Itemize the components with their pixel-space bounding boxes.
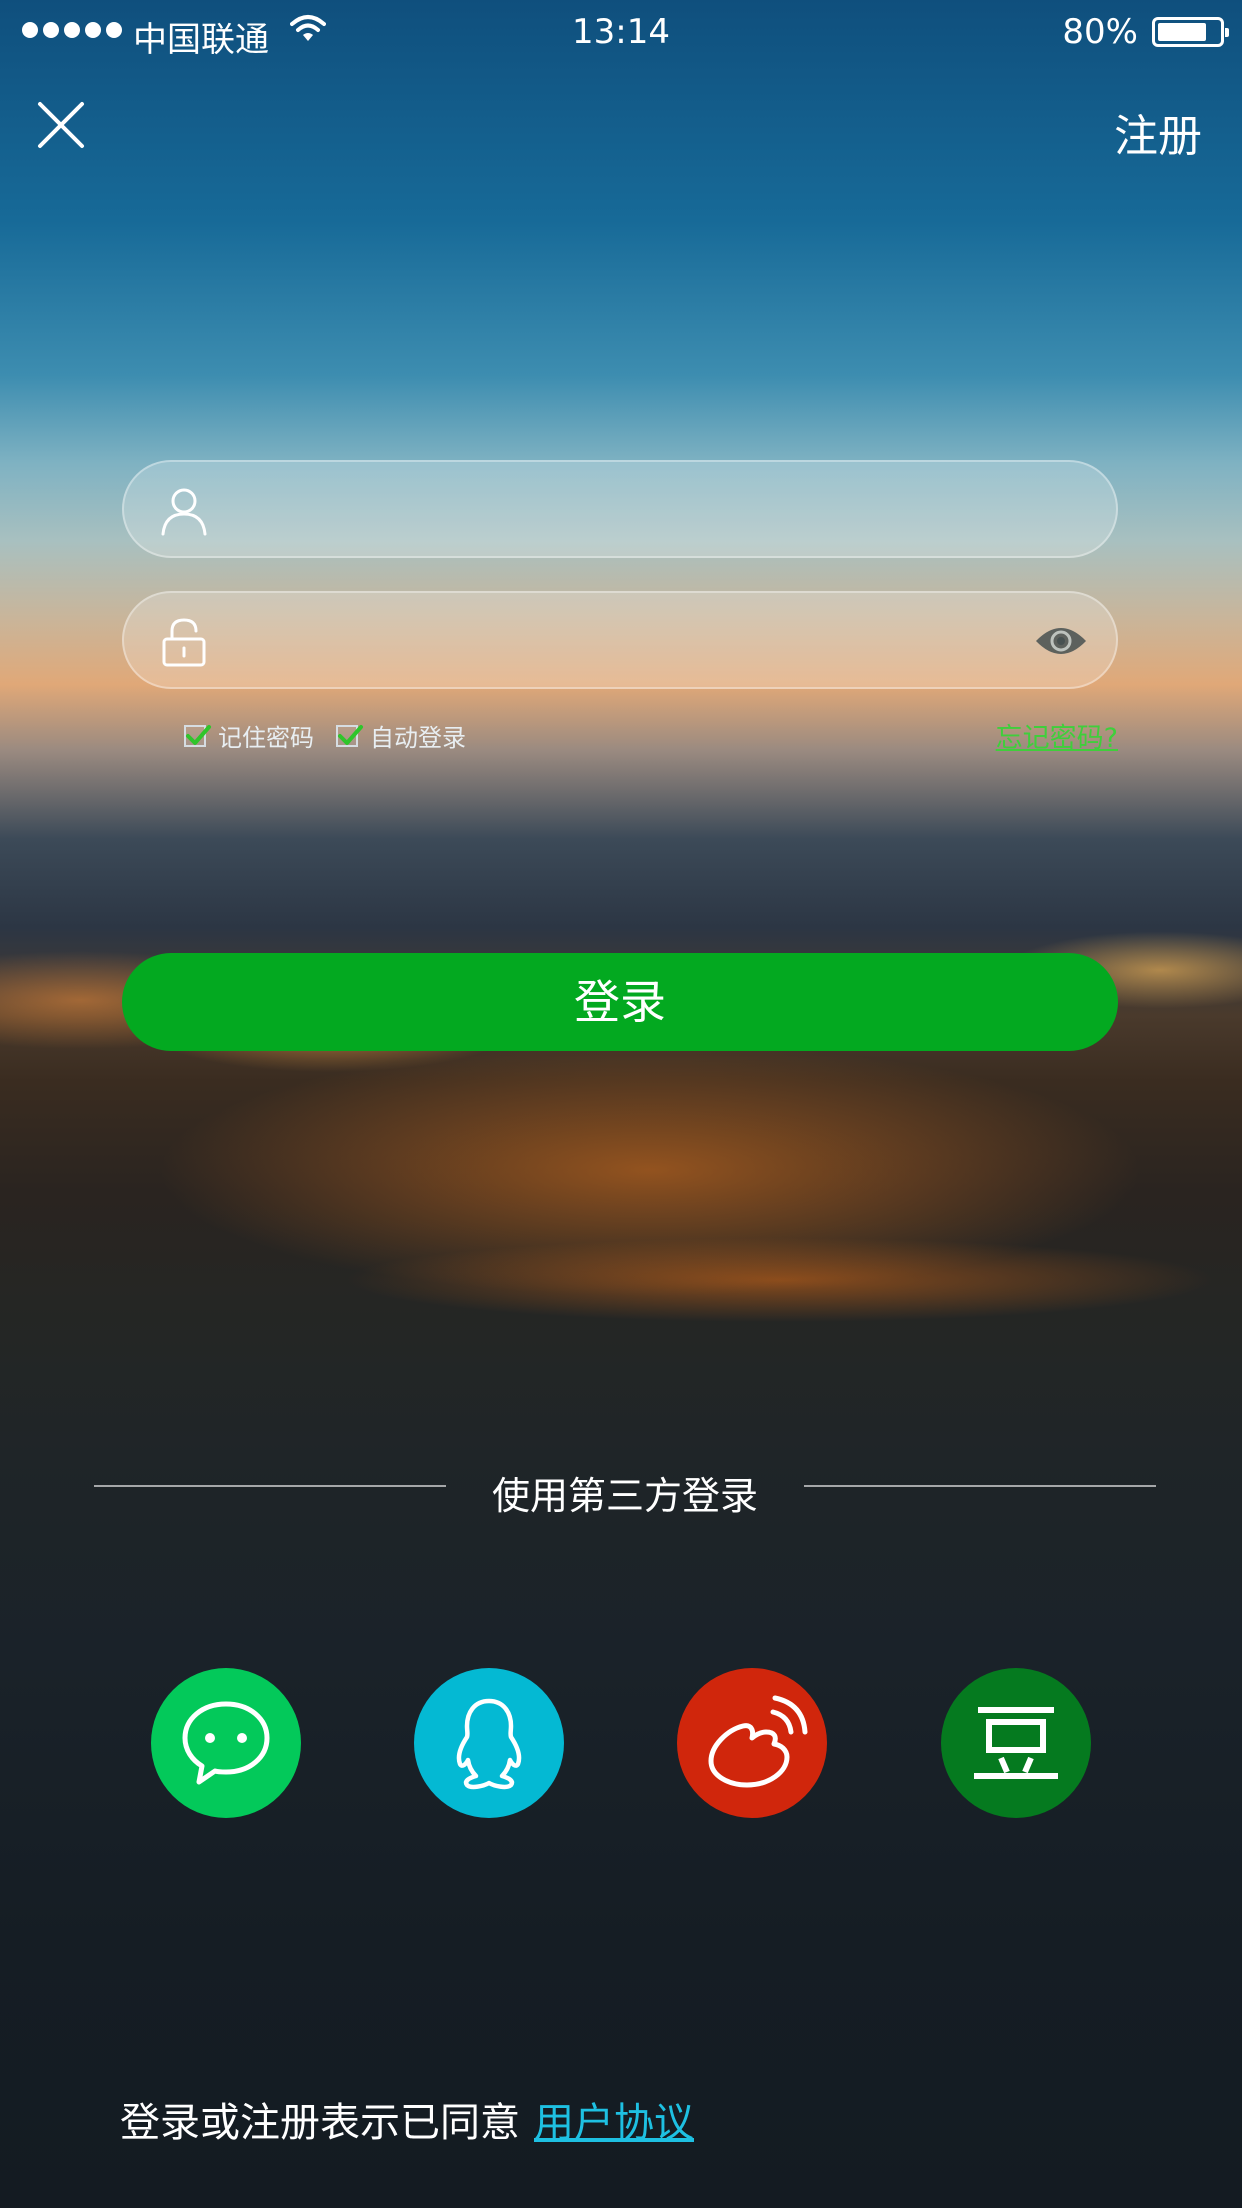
- eye-icon[interactable]: [1034, 623, 1088, 659]
- battery-percent: 80%: [1062, 12, 1138, 52]
- password-field[interactable]: [122, 591, 1118, 689]
- login-options: 记住密码 自动登录: [184, 718, 488, 753]
- agreement-text: 登录或注册表示已同意: [120, 2100, 520, 2146]
- login-button[interactable]: 登录: [122, 953, 1118, 1051]
- third-party-divider: 使用第三方登录: [94, 1465, 1156, 1518]
- status-bar: 中国联通 13:14 80%: [0, 0, 1242, 64]
- checkmark-icon: [338, 724, 363, 745]
- password-input[interactable]: [234, 593, 1016, 687]
- remember-password-label: 记住密码: [218, 724, 314, 752]
- douban-icon: [974, 1707, 1058, 1779]
- auto-login-label: 自动登录: [370, 724, 466, 752]
- weibo-icon: [708, 1695, 808, 1788]
- username-field[interactable]: [122, 460, 1118, 558]
- battery-icon: [1152, 17, 1229, 47]
- register-button[interactable]: 注册: [1114, 100, 1202, 164]
- lock-icon: [162, 618, 206, 667]
- qq-icon: [456, 1698, 522, 1790]
- user-agreement-link[interactable]: 用户协议: [534, 2100, 694, 2146]
- user-icon: [161, 488, 207, 536]
- checkmark-icon: [186, 724, 211, 745]
- close-icon[interactable]: [36, 100, 86, 150]
- third-party-label: 使用第三方登录: [491, 1474, 758, 1518]
- checkbox-box: [184, 724, 211, 747]
- clock-time: 13:14: [572, 12, 670, 52]
- remember-password-checkbox[interactable]: 记住密码: [184, 718, 314, 753]
- wechat-icon: [182, 1701, 270, 1785]
- city-night-background: [0, 0, 1242, 2208]
- agreement-notice: 登录或注册表示已同意 用户协议: [120, 2090, 694, 2148]
- forgot-password-link[interactable]: 忘记密码?: [996, 716, 1118, 755]
- wechat-login-button[interactable]: [151, 1668, 301, 1818]
- douban-login-button[interactable]: [941, 1668, 1091, 1818]
- auto-login-checkbox[interactable]: 自动登录: [336, 718, 466, 753]
- weibo-login-button[interactable]: [677, 1668, 827, 1818]
- checkbox-box: [336, 724, 363, 747]
- divider-line: [804, 1485, 1156, 1487]
- qq-login-button[interactable]: [414, 1668, 564, 1818]
- username-input[interactable]: [234, 462, 1016, 556]
